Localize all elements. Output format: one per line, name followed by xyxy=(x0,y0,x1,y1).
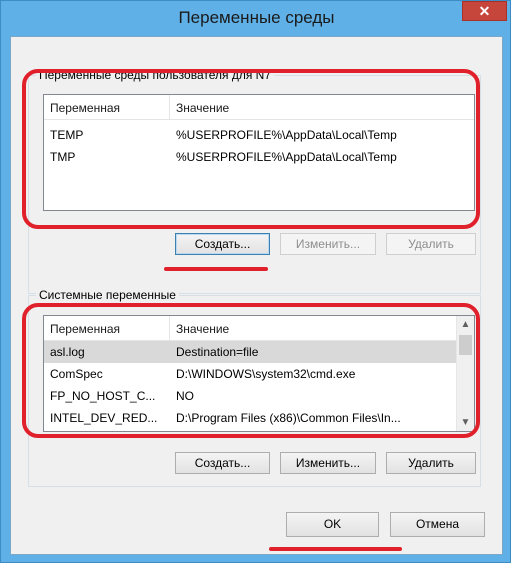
highlight-oval-user-list xyxy=(22,69,480,229)
user-new-button[interactable]: Создать... xyxy=(175,233,270,255)
user-edit-button[interactable]: Изменить... xyxy=(280,233,376,255)
highlight-underline-ok xyxy=(269,547,402,551)
ok-button[interactable]: OK xyxy=(286,512,379,537)
system-new-button[interactable]: Создать... xyxy=(175,452,270,474)
highlight-underline-user-new xyxy=(164,267,268,271)
system-delete-button[interactable]: Удалить xyxy=(386,452,476,474)
close-icon: ✕ xyxy=(478,3,491,19)
close-button[interactable]: ✕ xyxy=(462,1,507,21)
window-frame: Переменные среды ✕ Переменные среды поль… xyxy=(0,0,511,563)
user-delete-button[interactable]: Удалить xyxy=(386,233,476,255)
system-edit-button[interactable]: Изменить... xyxy=(280,452,376,474)
cancel-button[interactable]: Отмена xyxy=(390,512,485,537)
window-title: Переменные среды xyxy=(178,8,335,27)
highlight-oval-system-list xyxy=(22,303,480,438)
system-group-label: Системные переменные xyxy=(36,288,179,302)
title-bar[interactable]: Переменные среды ✕ xyxy=(1,1,511,35)
